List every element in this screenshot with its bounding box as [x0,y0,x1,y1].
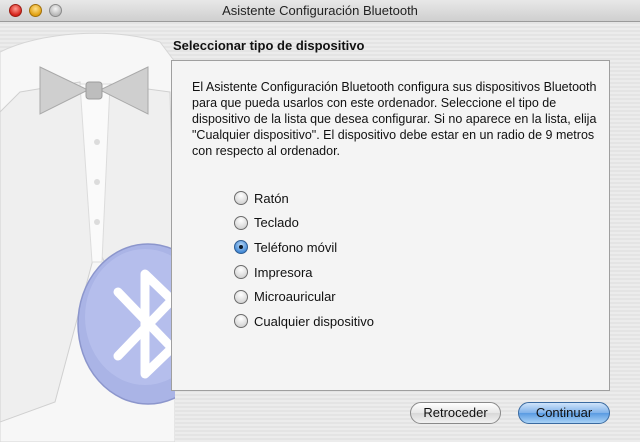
radio-option-keyboard[interactable]: Teclado [234,211,374,236]
radio-option-printer[interactable]: Impresora [234,260,374,285]
radio-label[interactable]: Teclado [254,215,299,230]
device-type-radio-group: Ratón Teclado Teléfono móvil Impresora M… [234,186,374,334]
assistant-window: Asistente Configuración Bluetooth Selecc… [0,0,640,442]
radio-label[interactable]: Ratón [254,191,289,206]
device-type-panel: El Asistente Configuración Bluetooth con… [171,60,610,391]
radio-option-any-device[interactable]: Cualquier dispositivo [234,309,374,334]
radio-button-selected[interactable] [234,240,248,255]
radio-option-headset[interactable]: Microauricular [234,284,374,309]
radio-button[interactable] [234,314,248,329]
back-button[interactable]: Retroceder [410,402,501,424]
section-heading: Seleccionar tipo de dispositivo [173,38,365,53]
radio-label[interactable]: Teléfono móvil [254,240,337,255]
radio-button[interactable] [234,265,248,280]
radio-button[interactable] [234,289,248,304]
bluetooth-tuxedo-illustration [0,32,175,442]
radio-label[interactable]: Microauricular [254,289,336,304]
radio-button[interactable] [234,215,248,230]
radio-label[interactable]: Cualquier dispositivo [254,314,374,329]
radio-option-mouse[interactable]: Ratón [234,186,374,211]
window-title: Asistente Configuración Bluetooth [222,3,418,18]
radio-label[interactable]: Impresora [254,265,313,280]
radio-button[interactable] [234,191,248,206]
continue-button[interactable]: Continuar [518,402,610,424]
instructions-text: El Asistente Configuración Bluetooth con… [192,80,597,158]
title-bar[interactable]: Asistente Configuración Bluetooth [0,0,640,22]
radio-option-mobile-phone[interactable]: Teléfono móvil [234,235,374,260]
